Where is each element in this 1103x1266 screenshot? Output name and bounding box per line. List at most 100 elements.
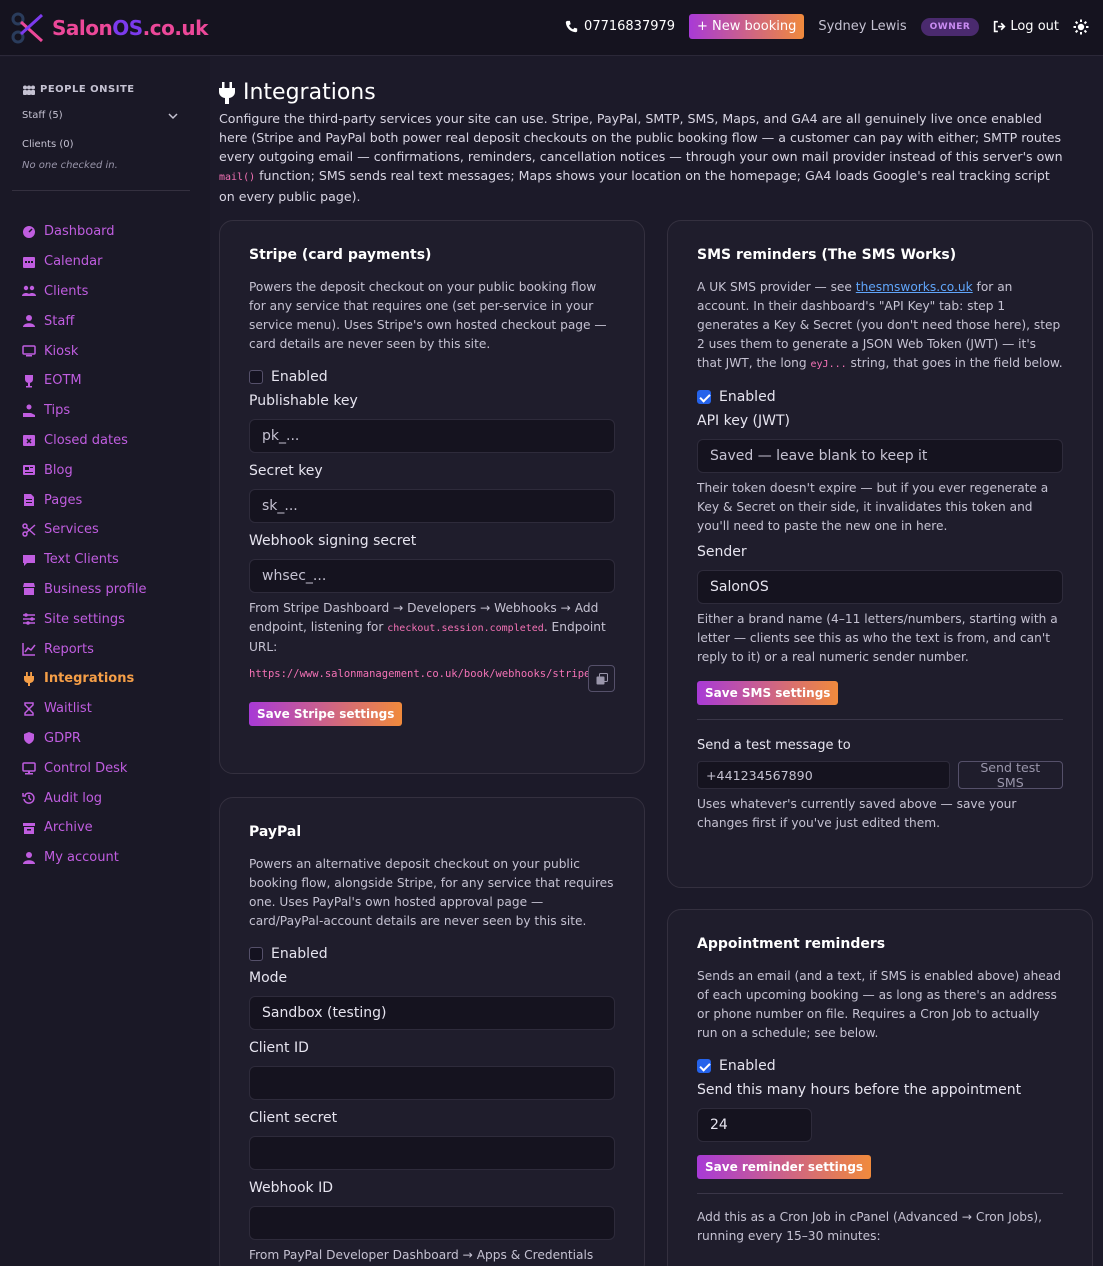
sidebar-item-label: Calendar [44,254,103,270]
archive-icon [23,822,35,834]
sender-label: Sender [697,544,747,560]
sidebar-item-gdpr[interactable]: GDPR [22,724,147,754]
sidebar-item-label: Reports [44,641,94,657]
save-sms-button[interactable]: Save SMS settings [697,681,839,705]
client-id-input[interactable] [249,1066,615,1100]
stripe-webhook-url: https://www.salonmanagement.co.uk/book/w… [249,668,616,680]
brand-logo[interactable]: SalonOS.co.uk [10,11,208,45]
reminders-divider [697,1193,1063,1194]
top-bar: SalonOS.co.uk 07716837979 + New booking … [0,0,1103,56]
sidebar-item-kiosk[interactable]: Kiosk [22,336,147,366]
checkbox-checked[interactable] [697,1059,711,1073]
paypal-enabled-checkbox[interactable]: Enabled [249,946,615,962]
save-reminder-button[interactable]: Save reminder settings [697,1155,872,1179]
sidebar-item-label: Integrations [44,671,135,687]
chat-icon [23,554,35,566]
hand-coin-icon [23,404,35,417]
reminders-description: Sends an email (and a text, if SMS is en… [697,969,1062,1040]
checkbox-unchecked[interactable] [249,370,263,384]
webhook-id-input[interactable] [249,1206,615,1240]
save-stripe-button[interactable]: Save Stripe settings [249,702,403,726]
sidebar-item-reports[interactable]: Reports [22,634,147,664]
hours-before-input[interactable]: 24 [697,1108,812,1142]
copy-url-button[interactable] [588,665,615,692]
sidebar-item-label: GDPR [44,730,81,746]
sidebar-item-staff[interactable]: Staff [22,306,147,336]
sms-enabled-checkbox[interactable]: Enabled [697,389,1063,405]
sidebar-item-business-profile[interactable]: Business profile [22,575,147,605]
sidebar-item-blog[interactable]: Blog [22,455,147,485]
brand-name: SalonOS.co.uk [52,16,208,40]
sidebar-item-closed-dates[interactable]: Closed dates [22,426,147,456]
secret-key-input[interactable]: sk_... [249,489,615,523]
client-secret-label: Client secret [249,1110,338,1126]
secret-key-label: Secret key [249,463,323,479]
sidebar-item-control-desk[interactable]: Control Desk [22,753,147,783]
checkbox-checked[interactable] [697,390,711,404]
sidebar-item-calendar[interactable]: Calendar [22,247,147,277]
main-content: Integrations Configure the third-party s… [219,80,1099,206]
staff-onsite-toggle[interactable]: Staff (5) [22,110,178,121]
user-icon [23,315,35,328]
sms-card: SMS reminders (The SMS Works) A UK SMS p… [667,220,1093,888]
client-secret-input[interactable] [249,1136,615,1170]
mode-label: Mode [249,970,288,986]
client-id-label: Client ID [249,1040,309,1056]
webhook-secret-input[interactable]: whsec_... [249,559,615,593]
sms-provider-link[interactable]: thesmsworks.co.uk [856,280,973,294]
mode-select[interactable]: Sandbox (testing) [249,996,615,1030]
paypal-card: PayPal Powers an alternative deposit che… [219,797,645,1266]
monitor-icon [22,345,36,357]
theme-toggle-icon[interactable] [1073,19,1089,35]
sidebar-item-label: Dashboard [44,224,115,240]
sidebar-item-label: Pages [44,492,83,508]
people-onsite-heading: PEOPLE ONSITE [22,84,135,95]
sidebar-item-integrations[interactable]: Integrations [22,664,147,694]
sidebar-item-label: Business profile [44,581,147,597]
sidebar: PEOPLE ONSITE Staff (5) Clients (0) No o… [0,57,210,1266]
publishable-key-input[interactable]: pk_... [249,419,615,453]
sidebar-item-label: Clients [44,283,89,299]
sidebar-item-site-settings[interactable]: Site settings [22,604,147,634]
api-key-input[interactable]: Saved — leave blank to keep it [697,439,1063,473]
user-name: Sydney Lewis [818,19,907,34]
cron-help: Add this as a Cron Job in cPanel (Advanc… [697,1210,1043,1243]
chevron-down-icon [168,112,178,119]
clients-onsite: Clients (0) [22,139,74,150]
sidebar-item-archive[interactable]: Archive [22,813,147,843]
desktop-icon [22,762,36,775]
user-icon [23,851,35,864]
stripe-enabled-checkbox[interactable]: Enabled [249,369,615,385]
sidebar-item-text-clients[interactable]: Text Clients [22,545,147,575]
sidebar-item-tips[interactable]: Tips [22,396,147,426]
sidebar-item-label: Audit log [44,790,103,806]
no-one-checked-in: No one checked in. [22,160,118,171]
sidebar-item-services[interactable]: Services [22,515,147,545]
test-phone-input[interactable]: +441234567890 [697,761,950,789]
send-test-sms-button[interactable]: Send test SMS [957,760,1063,790]
logout-link[interactable]: Log out [993,19,1059,34]
sidebar-item-dashboard[interactable]: Dashboard [22,217,147,247]
phone-icon [565,20,578,33]
sidebar-nav: Dashboard Calendar Clients Staff Kiosk EOTM Ti… [22,217,147,873]
webhook-id-label: Webhook ID [249,1180,333,1196]
test-message-label: Send a test message to [697,738,851,753]
sidebar-item-waitlist[interactable]: Waitlist [22,694,147,724]
webhook-secret-label: Webhook signing secret [249,533,417,549]
calendar-icon [23,256,35,268]
paypal-title: PayPal [249,824,302,840]
phone-number[interactable]: 07716837979 [565,19,675,34]
stripe-card: Stripe (card payments) Powers the deposi… [219,220,645,774]
reminders-enabled-checkbox[interactable]: Enabled [697,1058,1063,1074]
sidebar-item-clients[interactable]: Clients [22,277,147,307]
users-icon [22,286,36,297]
sidebar-item-my-account[interactable]: My account [22,843,147,873]
checkbox-unchecked[interactable] [249,947,263,961]
new-booking-button[interactable]: + New booking [689,14,805,39]
sidebar-item-label: EOTM [44,373,82,389]
sidebar-item-pages[interactable]: Pages [22,485,147,515]
sender-input[interactable]: SalonOS [697,570,1063,604]
sidebar-item-eotm[interactable]: EOTM [22,366,147,396]
sidebar-item-audit-log[interactable]: Audit log [22,783,147,813]
logout-icon [994,20,1006,33]
